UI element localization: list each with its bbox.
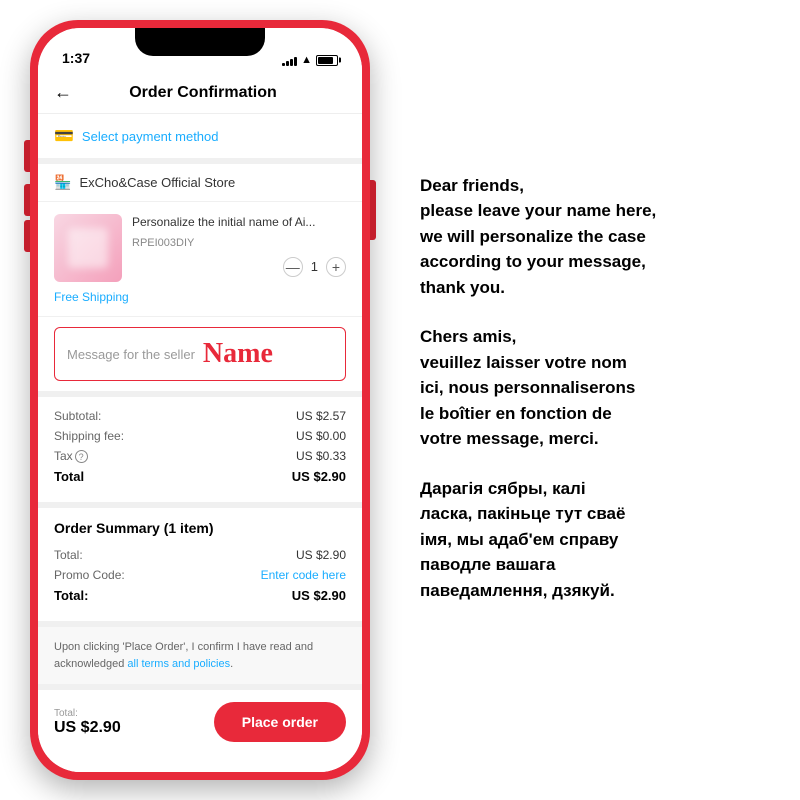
fr-line2: veuillez laisser votre nom (420, 353, 627, 372)
text-panel: Dear friends, please leave your name her… (390, 153, 800, 648)
back-button[interactable]: ← (54, 82, 72, 103)
phone-notch (135, 28, 265, 56)
total-value: US $2.90 (292, 469, 346, 484)
terms-section: Upon clicking 'Place Order', I confirm I… (38, 627, 362, 690)
qty-value: 1 (311, 259, 318, 274)
shipping-row: Shipping fee: US $0.00 (54, 429, 346, 443)
place-order-section: Total: US $2.90 Place order (38, 690, 362, 762)
shipping-value: US $0.00 (296, 429, 346, 443)
product-name: Personalize the initial name of Ai... (132, 214, 346, 231)
fr-line3: ici, nous personnaliserons (420, 378, 635, 397)
wifi-icon: ▲ (301, 54, 312, 66)
fr-line1: Chers amis, (420, 327, 516, 346)
subtotal-label: Subtotal: (54, 409, 101, 423)
be-line4: паводле вашага (420, 555, 556, 574)
phone-body: 1:37 ▲ (30, 20, 370, 780)
text-belarusian: Дарагія сябры, калі ласка, пакіньце тут … (420, 476, 780, 604)
en-line5: thank you. (420, 278, 505, 297)
battery-fill (318, 57, 333, 64)
product-row: Personalize the initial name of Ai... RP… (54, 214, 346, 282)
fr-line4: le boîtier en fonction de (420, 404, 612, 423)
phone-mockup: 1:37 ▲ (10, 10, 390, 790)
order-summary-section: Order Summary (1 item) Total: US $2.90 P… (38, 508, 362, 627)
subtotal-value: US $2.57 (296, 409, 346, 423)
be-line3: імя, мы адаб'ем справу (420, 530, 618, 549)
qty-minus-button[interactable]: — (283, 257, 303, 277)
product-section: Personalize the initial name of Ai... RP… (38, 202, 362, 317)
en-line3: we will personalize the case (420, 227, 646, 246)
text-english: Dear friends, please leave your name her… (420, 173, 780, 301)
be-line2: ласка, пакіньце тут сваё (420, 504, 625, 523)
text-block-belarusian: Дарагія сябры, калі ласка, пакіньце тут … (420, 476, 780, 604)
terms-text: Upon clicking 'Place Order', I confirm I… (54, 639, 346, 672)
place-order-total-label: Total: (54, 708, 121, 719)
total-label: Total (54, 469, 84, 484)
pricing-section: Subtotal: US $2.57 Shipping fee: US $0.0… (38, 397, 362, 508)
page-title: Order Confirmation (84, 84, 322, 102)
signal-bars-icon (282, 54, 297, 66)
text-block-french: Chers amis, veuillez laisser votre nom i… (420, 324, 780, 452)
payment-method-link[interactable]: Select payment method (82, 129, 219, 144)
place-order-button[interactable]: Place order (214, 702, 346, 742)
terms-link[interactable]: all terms and policies (127, 658, 230, 670)
message-name-highlight: Name (203, 338, 273, 370)
en-line1: Dear friends, (420, 176, 524, 195)
summary-final-value: US $2.90 (292, 588, 346, 603)
summary-total-label: Total: (54, 548, 83, 562)
signal-bar-1 (282, 63, 285, 66)
app-header: ← Order Confirmation (38, 72, 362, 114)
message-section[interactable]: Message for the seller Name (38, 317, 362, 397)
message-input-wrapper[interactable]: Message for the seller Name (54, 327, 346, 381)
app-content[interactable]: ← Order Confirmation 💳 Select payment me… (38, 72, 362, 772)
store-section: 🏪 ExCho&Case Official Store (38, 164, 362, 202)
text-french: Chers amis, veuillez laisser votre nom i… (420, 324, 780, 452)
summary-total-row: Total: US $2.90 (54, 548, 346, 562)
en-line2: please leave your name here, (420, 201, 656, 220)
status-time: 1:37 (62, 50, 90, 66)
subtotal-row: Subtotal: US $2.57 (54, 409, 346, 423)
terms-period: . (230, 658, 233, 670)
fr-line5: votre message, merci. (420, 429, 599, 448)
product-sku: RPEI003DIY (132, 237, 346, 249)
payment-icon: 💳 (54, 126, 74, 146)
be-line1: Дарагія сябры, калі (420, 479, 586, 498)
tax-row: Tax? US $0.33 (54, 449, 346, 463)
promo-label: Promo Code: (54, 568, 125, 582)
signal-bar-4 (294, 57, 297, 66)
place-order-total: Total: US $2.90 (54, 708, 121, 737)
be-line5: паведамлення, дзякуй. (420, 581, 615, 600)
tax-value: US $0.33 (296, 449, 346, 463)
order-summary-title: Order Summary (1 item) (54, 520, 346, 536)
product-blur (68, 228, 108, 268)
total-row: Total US $2.90 (54, 469, 346, 484)
promo-code-link[interactable]: Enter code here (261, 568, 346, 582)
tax-label: Tax? (54, 449, 88, 463)
phone-inner: 1:37 ▲ (38, 28, 362, 772)
shipping-label: Shipping fee: (54, 429, 124, 443)
signal-bar-3 (290, 59, 293, 66)
signal-bar-2 (286, 61, 289, 66)
product-info: Personalize the initial name of Ai... RP… (132, 214, 346, 277)
place-order-total-value: US $2.90 (54, 719, 121, 737)
text-block-english: Dear friends, please leave your name her… (420, 173, 780, 301)
qty-row: — 1 + (132, 257, 346, 277)
payment-section[interactable]: 💳 Select payment method (38, 114, 362, 164)
store-icon: 🏪 (54, 174, 71, 191)
en-line4: according to your message, (420, 252, 646, 271)
product-image (54, 214, 122, 282)
free-shipping-label: Free Shipping (54, 290, 346, 304)
message-placeholder: Message for the seller (67, 347, 195, 362)
tax-info-icon[interactable]: ? (75, 450, 88, 463)
summary-final-label: Total: (54, 588, 88, 603)
product-image-inner (54, 214, 122, 282)
summary-final-row: Total: US $2.90 (54, 588, 346, 603)
store-name: ExCho&Case Official Store (79, 175, 235, 190)
summary-total-value: US $2.90 (296, 548, 346, 562)
qty-plus-button[interactable]: + (326, 257, 346, 277)
status-icons: ▲ (282, 54, 338, 66)
home-indicator (38, 762, 362, 772)
battery-icon (316, 55, 338, 66)
promo-row[interactable]: Promo Code: Enter code here (54, 568, 346, 582)
phone-screen: 1:37 ▲ (38, 28, 362, 772)
